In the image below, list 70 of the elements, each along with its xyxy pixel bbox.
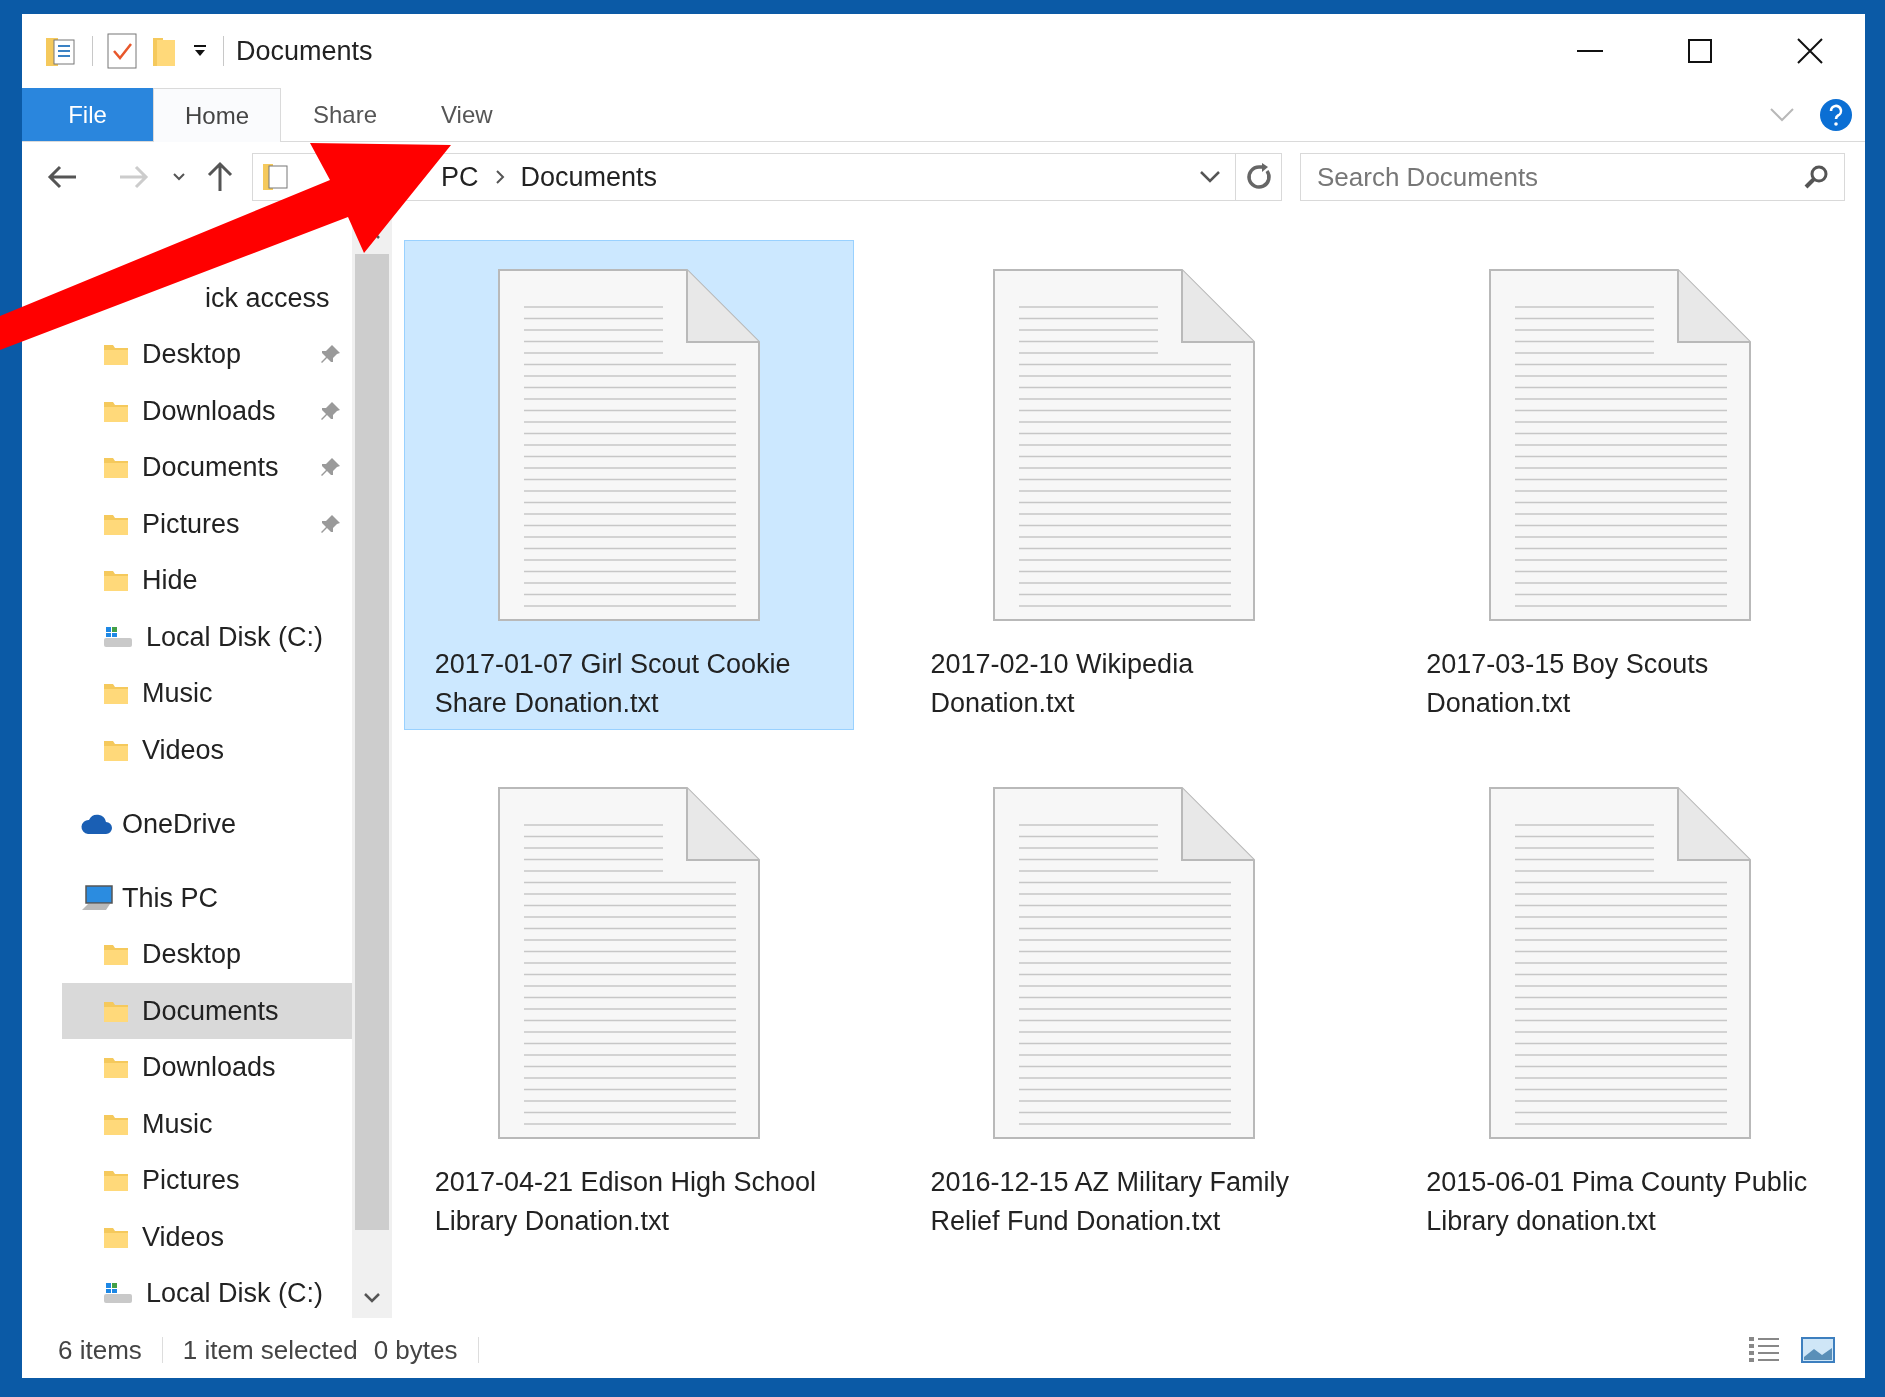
nav-item[interactable]: Desktop [62, 926, 352, 983]
text-document-icon [993, 269, 1256, 621]
back-arrow-icon[interactable] [46, 165, 78, 189]
computer-icon [80, 884, 114, 912]
nav-item[interactable]: Local Disk (C:) [62, 608, 352, 665]
ribbon-tab[interactable]: Share [281, 88, 410, 141]
file-name: 2016-12-15 AZ Military Family Relief Fund Donation.txt [930, 1166, 1291, 1238]
close-icon[interactable] [1797, 38, 1823, 64]
scrollbar-thumb[interactable] [355, 254, 389, 1230]
pin-icon[interactable] [320, 456, 342, 479]
folder-document-icon [261, 161, 291, 193]
chevron-right-icon[interactable] [494, 169, 505, 185]
details-view-icon[interactable] [1747, 1335, 1781, 1365]
text-document-icon [1489, 787, 1752, 1139]
file-tile[interactable]: 2017-04-21 Edison High School Library Donation.txt [404, 758, 854, 1248]
cloud-icon [80, 812, 114, 836]
scrollbar[interactable] [352, 216, 392, 1318]
pin-icon[interactable] [320, 399, 342, 422]
breadcrumb-item[interactable]: Documents [520, 156, 658, 198]
file-name: 2017-03-15 Boy Scouts Donation.txt [1426, 648, 1710, 720]
chevron-down-icon[interactable] [172, 172, 186, 182]
nav-item[interactable]: OneDrive [122, 803, 237, 845]
nav-item[interactable]: Downloads [62, 382, 352, 439]
text-document-icon [497, 269, 760, 621]
scroll-down-icon[interactable] [363, 1292, 381, 1304]
selection-status: 1 item selected [182, 1333, 358, 1367]
text-document-icon [497, 787, 760, 1139]
nav-item[interactable]: Pictures [62, 1152, 352, 1209]
selection-size: 0 bytes [373, 1333, 458, 1367]
text-document-icon [1489, 269, 1752, 621]
nav-item[interactable]: Downloads [62, 1039, 352, 1096]
item-count: 6 items [58, 1333, 142, 1367]
file-name: 2015-06-01 Pima County Public Library donation.txt [1426, 1166, 1809, 1238]
nav-item[interactable]: Documents [62, 982, 352, 1039]
file-tile[interactable]: 2017-02-10 Wikipedia Donation.txt [899, 240, 1350, 730]
maximize-icon[interactable] [1688, 39, 1712, 63]
file-tile[interactable]: 2016-12-15 AZ Military Family Relief Fund Donation.txt [899, 758, 1350, 1248]
file-tile[interactable]: 2017-01-07 Girl Scout Cookie Share Donation.txt [404, 240, 854, 730]
nav-item[interactable]: This PC [122, 877, 219, 919]
nav-item[interactable]: Videos [62, 721, 352, 778]
nav-item[interactable]: Music [62, 1095, 352, 1152]
ribbon-tab[interactable]: View [409, 88, 525, 141]
window-title: Documents [236, 34, 373, 68]
file-name: 2017-01-07 Girl Scout Cookie Share Donation.txt [434, 648, 792, 720]
nav-item[interactable]: Hide [62, 552, 352, 609]
up-arrow-icon[interactable] [206, 161, 234, 193]
file-name: 2017-02-10 Wikipedia Donation.txt [930, 648, 1195, 720]
pin-icon[interactable] [320, 512, 342, 535]
chevron-down-icon[interactable] [1199, 170, 1221, 184]
text-document-icon [993, 787, 1256, 1139]
breadcrumb-item[interactable]: PC [441, 156, 479, 198]
file-tile[interactable]: 2017-03-15 Boy Scouts Donation.txt [1395, 240, 1845, 730]
nav-item[interactable]: Documents [62, 439, 352, 496]
large-icons-view-icon[interactable] [1801, 1337, 1835, 1363]
help-icon[interactable] [1819, 97, 1853, 132]
nav-item[interactable]: Videos [62, 1208, 352, 1265]
checklist-icon[interactable] [107, 33, 137, 69]
file-name: 2017-04-21 Edison High School Library Donation.txt [434, 1166, 818, 1238]
nav-item[interactable]: Local Disk (C:) [62, 1265, 352, 1322]
search-icon[interactable] [1803, 164, 1829, 190]
file-tile[interactable]: 2015-06-01 Pima County Public Library donation.txt [1395, 758, 1845, 1248]
nav-item[interactable]: Pictures [62, 495, 352, 552]
pin-icon[interactable] [320, 343, 342, 366]
search-field[interactable]: Search Documents [1300, 153, 1845, 201]
nav-item[interactable]: ick access [205, 277, 330, 319]
refresh-icon[interactable] [1244, 163, 1273, 191]
ribbon-tab[interactable]: File [22, 88, 153, 141]
nav-item[interactable]: Music [62, 665, 352, 722]
nav-item[interactable]: Desktop [62, 326, 352, 383]
ribbon-tab[interactable]: Home [153, 88, 281, 142]
